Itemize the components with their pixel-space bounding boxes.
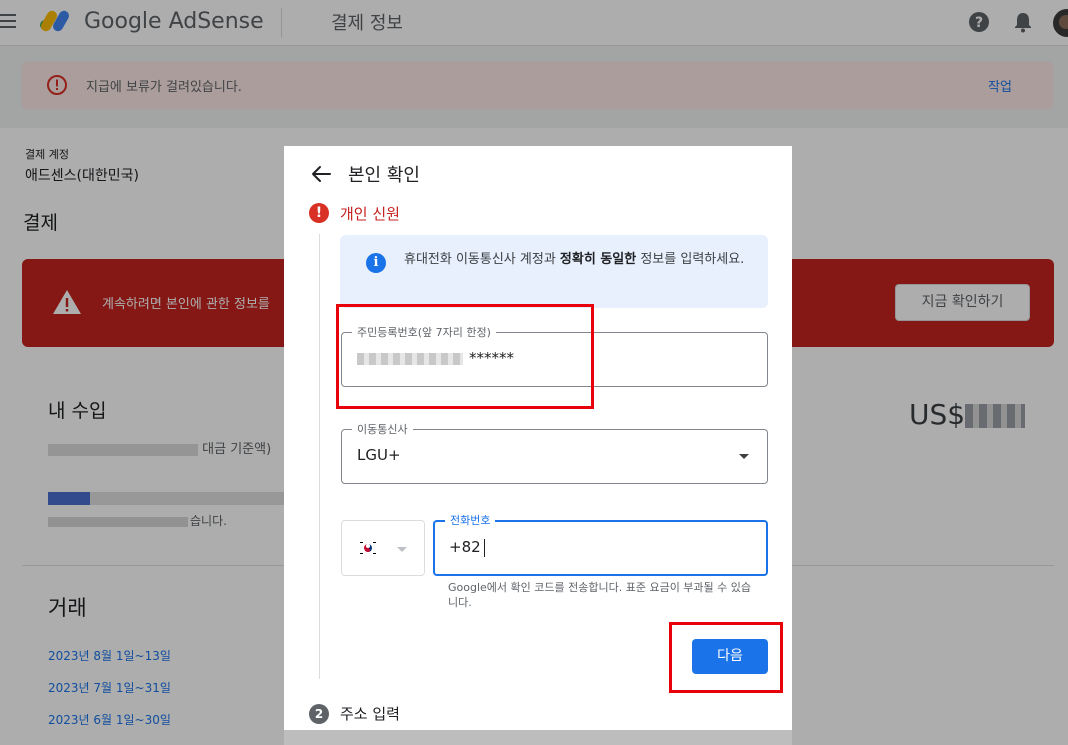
step-error-badge: ! bbox=[309, 203, 329, 223]
carrier-select[interactable]: 이동통신사 LGU+ bbox=[341, 421, 768, 484]
step-number-badge: 2 bbox=[309, 704, 329, 724]
dropdown-caret-icon bbox=[397, 547, 407, 552]
country-code-select[interactable] bbox=[341, 520, 425, 576]
phone-number-field[interactable]: 전화번호 +82 bbox=[433, 512, 768, 576]
phone-number-value[interactable]: +82 bbox=[449, 538, 485, 557]
stepper-rail bbox=[319, 234, 320, 679]
info-callout: i 휴대전화 이동통신사 계정과 정확히 동일한 정보를 입력하세요. bbox=[340, 235, 768, 308]
highlight-next-button bbox=[669, 622, 783, 693]
phone-hint-text: Google에서 확인 코드를 전송합니다. 표준 요금이 부과될 수 있습니다… bbox=[448, 581, 752, 609]
info-icon: i bbox=[366, 253, 386, 273]
step-personal-identity[interactable]: 개인 신원 bbox=[340, 203, 400, 224]
carrier-label: 이동통신사 bbox=[352, 421, 413, 437]
text-cursor bbox=[483, 538, 485, 557]
phone-number-label: 전화번호 bbox=[445, 512, 496, 528]
korea-flag-icon bbox=[359, 541, 377, 555]
dropdown-caret-icon bbox=[739, 454, 749, 459]
step-address-entry[interactable]: 주소 입력 bbox=[340, 703, 400, 724]
back-arrow-icon[interactable] bbox=[310, 163, 332, 185]
carrier-selected-value: LGU+ bbox=[357, 446, 401, 464]
info-message: 휴대전화 이동통신사 계정과 정확히 동일한 정보를 입력하세요. bbox=[404, 252, 745, 267]
highlight-resident-number bbox=[336, 304, 594, 409]
dialog-bottom-edge bbox=[284, 730, 792, 745]
dialog-title: 본인 확인 bbox=[348, 165, 420, 186]
